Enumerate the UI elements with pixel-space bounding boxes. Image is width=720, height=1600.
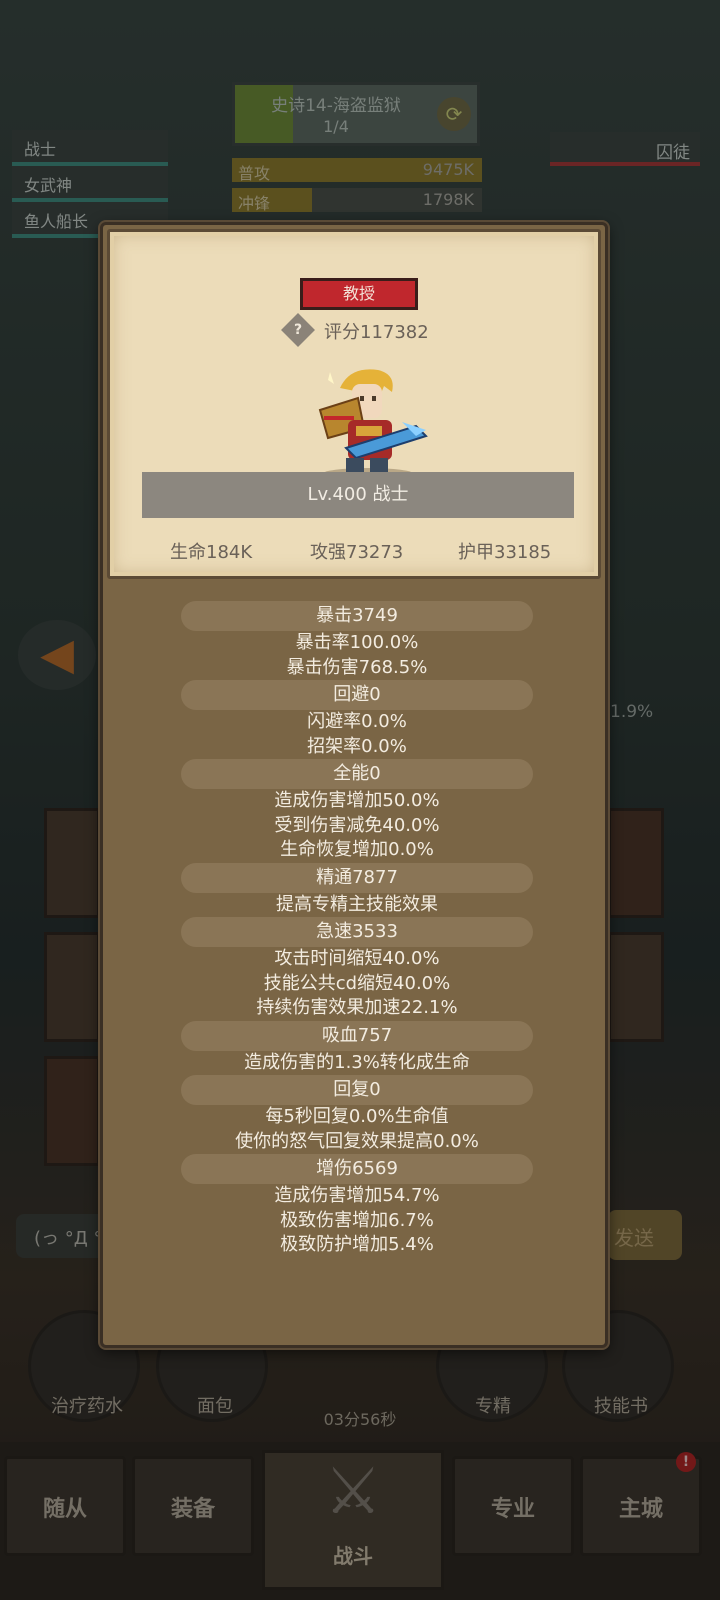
stat-group: 吸血757 造成伤害的1.3%转化成生命 <box>103 1020 611 1076</box>
stat-heading: 回复0 <box>181 1075 533 1105</box>
stat-detail: 技能公共cd缩短40.0% <box>263 972 451 994</box>
stat-group: 回复0 每5秒回复0.0%生命值使你的怒气回复效果提高0.0% <box>103 1075 611 1154</box>
stat-detail: 使你的怒气回复效果提高0.0% <box>235 1130 479 1152</box>
stat-group: 精通7877 提高专精主技能效果 <box>103 862 611 918</box>
stat-detail: 造成伤害增加50.0% <box>274 790 440 811</box>
stat-group: 暴击3749 暴击率100.0% 暴击伤害768.5% <box>103 601 611 680</box>
rank-badge: 教授 <box>300 278 418 310</box>
stat-detail: 每5秒回复0.0%生命值 <box>265 1106 449 1127</box>
stats-list: 暴击3749 暴击率100.0% 暴击伤害768.5% 回避0 闪避率0.0% 招架率0.… <box>103 601 611 1258</box>
stat-group: 全能0 造成伤害增加50.0% 受到伤害减免40.0% 生命恢复增加0.0% <box>103 759 611 863</box>
stat-detail: 攻击时间缩短40.0% <box>274 948 440 969</box>
attribute-attack-power: 攻强73273 <box>310 542 404 563</box>
stat-detail: 生命恢复增加0.0% <box>280 839 434 860</box>
hero-level: Lv.400 战士 <box>142 472 574 518</box>
stat-heading: 回避0 <box>181 680 533 710</box>
stat-group: 增伤6569 造成伤害增加54.7% 极致伤害增加6.7% 极致防护增加5.4% <box>103 1154 611 1258</box>
stat-detail: 受到伤害减免40.0% <box>274 814 440 836</box>
hero-score: 评分117382 <box>324 322 429 343</box>
stat-detail: 招架率0.0% <box>307 735 407 757</box>
stat-heading: 暴击3749 <box>181 601 533 631</box>
stat-heading: 急速3533 <box>181 917 533 947</box>
stat-detail: 提高专精主技能效果 <box>276 893 438 915</box>
stat-heading: 精通7877 <box>181 862 533 893</box>
stat-group: 急速3533 攻击时间缩短40.0% 技能公共cd缩短40.0% 持续伤害效果加速22… <box>103 917 611 1021</box>
stat-detail: 造成伤害增加54.7% <box>274 1185 440 1206</box>
warrior-portrait <box>318 369 428 480</box>
stat-detail: 极致防护增加5.4% <box>280 1234 434 1255</box>
hero-card: 教授 ? 评分117382 Lv.400 战士 生命184K 攻强73273 护… <box>107 229 601 579</box>
stat-heading: 全能0 <box>181 759 533 789</box>
stat-group: 回避0 闪避率0.0% 招架率0.0% <box>103 680 611 759</box>
stat-detail: 暴击率100.0% <box>295 632 419 653</box>
help-icon[interactable]: ? <box>281 313 315 347</box>
stat-detail: 暴击伤害768.5% <box>286 656 428 678</box>
stat-heading: 增伤6569 <box>181 1154 533 1184</box>
attribute-health: 生命184K <box>170 542 253 563</box>
stat-detail: 造成伤害的1.3%转化成生命 <box>244 1051 470 1073</box>
stat-heading: 吸血757 <box>181 1020 533 1051</box>
stat-detail: 持续伤害效果加速22.1% <box>256 997 458 1018</box>
attribute-armor: 护甲33185 <box>458 542 552 563</box>
hero-stats-dialog: 教授 ? 评分117382 Lv.400 战士 生命184K 攻强73273 护… <box>100 222 608 1348</box>
stat-detail: 极致伤害增加6.7% <box>280 1209 434 1231</box>
stat-detail: 闪避率0.0% <box>307 711 407 732</box>
